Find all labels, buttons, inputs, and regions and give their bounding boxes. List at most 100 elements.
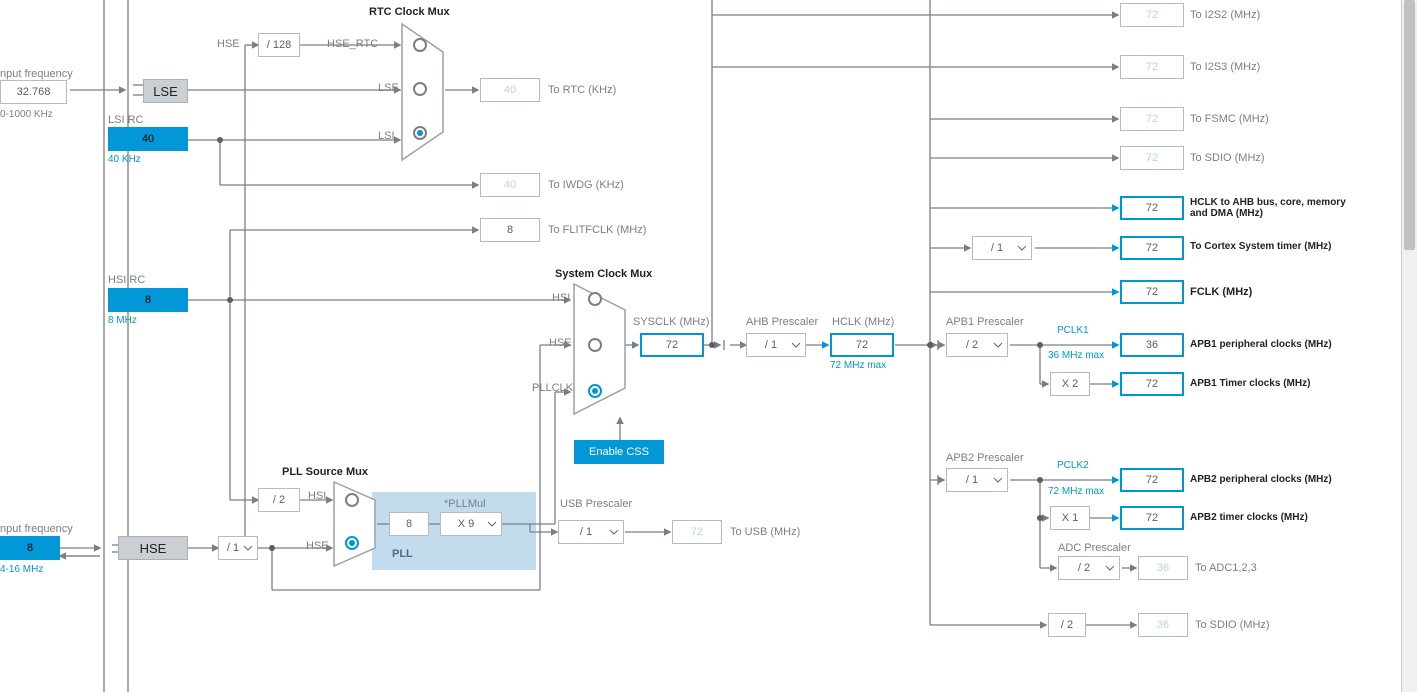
i2s3-lbl: To I2S3 (MHz): [1190, 61, 1260, 73]
hse-src-lbl: HSE: [217, 38, 240, 50]
sdioclk-val: 36: [1138, 613, 1188, 637]
fclk-lbl: FCLK (MHz): [1190, 286, 1252, 298]
sdio-top-val: 72: [1120, 146, 1184, 170]
hclk-label: HCLK (MHz): [832, 316, 894, 328]
sdioclk-lbl: To SDIO (MHz): [1195, 619, 1270, 631]
lsi-label: LSI RC: [108, 114, 143, 126]
usb-prescaler[interactable]: / 1: [558, 520, 624, 544]
pll-mux-title: PLL Source Mux: [282, 466, 368, 478]
cortex-val[interactable]: 72: [1120, 236, 1184, 260]
to-usb-val: 72: [672, 520, 722, 544]
hsertc-lbl: HSE_RTC: [327, 38, 378, 50]
adc-prescaler[interactable]: / 2: [1058, 556, 1120, 580]
apb1-tim-mul: X 2: [1050, 372, 1090, 396]
lsi-unit: 40 KHz: [108, 154, 141, 165]
lsi-val: 40: [108, 127, 188, 151]
sdioclk-div: / 2: [1048, 613, 1086, 637]
fsmc-val: 72: [1120, 107, 1184, 131]
fsmc-lbl: To FSMC (MHz): [1190, 113, 1269, 125]
apb1-pclk-lbl: APB1 peripheral clocks (MHz): [1190, 339, 1332, 350]
sys-select-pll[interactable]: [588, 384, 602, 398]
sysclk-val[interactable]: [640, 333, 704, 357]
apb2-tim-val[interactable]: 72: [1120, 506, 1184, 530]
hsi-val: 8: [108, 288, 188, 312]
hclk-max: 72 MHz max: [830, 360, 886, 371]
pll-select-hsi[interactable]: [345, 493, 359, 507]
hse-input-value[interactable]: [0, 536, 60, 560]
ahb-title: AHB Prescaler: [746, 316, 818, 328]
lse-input-freq-label: nput frequency: [0, 68, 73, 80]
rtc-in-lsi: LSI: [378, 130, 395, 142]
sys-mux-title: System Clock Mux: [555, 268, 652, 280]
to-rtc-label: To RTC (KHz): [548, 84, 616, 96]
pll-select-hse[interactable]: [345, 536, 359, 550]
lse-range: 0-1000 KHz: [0, 109, 53, 120]
lse-freq[interactable]: [0, 80, 67, 104]
ahb-prescaler[interactable]: / 1: [746, 333, 806, 357]
scroll-thumb[interactable]: [1404, 0, 1415, 250]
cortex-prescaler[interactable]: / 1: [972, 236, 1032, 260]
fclk-val[interactable]: 72: [1120, 280, 1184, 304]
adc-lbl: To ADC1,2,3: [1195, 562, 1257, 574]
enable-css-button[interactable]: Enable CSS: [574, 440, 664, 464]
vertical-scrollbar[interactable]: [1401, 0, 1417, 692]
apb1-prescaler[interactable]: / 2: [946, 333, 1008, 357]
apb2-prescaler[interactable]: / 1: [946, 468, 1008, 492]
to-flitf-label: To FLITFCLK (MHz): [548, 224, 646, 236]
pll-box-label: PLL: [392, 548, 413, 560]
hse-range: 4-16 MHz: [0, 564, 43, 575]
apb1-tim-val[interactable]: 72: [1120, 372, 1184, 396]
to-iwdg-val: 40: [480, 173, 540, 197]
apb2-max: 72 MHz max: [1048, 486, 1104, 497]
sys-in-hse: HSE: [549, 337, 572, 349]
lse-block[interactable]: LSE: [143, 79, 188, 103]
apb1-max: 36 MHz max: [1048, 350, 1104, 361]
rtc-select-lse[interactable]: [413, 82, 427, 96]
apb2-pclk: PCLK2: [1057, 460, 1089, 471]
pll-value: 8: [389, 512, 429, 536]
usb-prescaler-title: USB Prescaler: [560, 498, 632, 510]
apb1-pclk: PCLK1: [1057, 325, 1089, 336]
rtc-select-hse[interactable]: [413, 38, 427, 52]
sys-in-pll: PLLCLK: [532, 382, 573, 394]
hse-div128: / 128: [258, 33, 300, 57]
to-usb-label: To USB (MHz): [730, 526, 800, 538]
hclk-val[interactable]: [830, 333, 894, 357]
rtc-mux-title: RTC Clock Mux: [369, 6, 450, 18]
pll-mul-label: *PLLMul: [444, 498, 486, 510]
adc-val: 36: [1138, 556, 1188, 580]
ahbbus-val[interactable]: 72: [1120, 196, 1184, 220]
hse-input-freq-label: nput frequency: [0, 523, 73, 535]
apb2-tim-lbl: APB2 timer clocks (MHz): [1190, 512, 1308, 523]
cortex-lbl: To Cortex System timer (MHz): [1190, 241, 1332, 252]
hsi-div2: / 2: [258, 488, 300, 512]
hse-prescaler[interactable]: / 1: [218, 536, 258, 560]
ahbbus-lbl: HCLK to AHB bus, core, memory and DMA (M…: [1190, 197, 1360, 219]
sys-in-hsi: HSI: [552, 292, 570, 304]
i2s3-val: 72: [1120, 55, 1184, 79]
sysclk-label: SYSCLK (MHz): [633, 316, 709, 328]
adc-title: ADC Prescaler: [1058, 542, 1131, 554]
pll-in-hsi: HSI: [308, 490, 326, 502]
pll-mul[interactable]: X 9: [440, 512, 502, 536]
apb2-pclk-val[interactable]: 72: [1120, 468, 1184, 492]
apb1-pclk-val[interactable]: 36: [1120, 333, 1184, 357]
apb2-tim-mul: X 1: [1050, 506, 1090, 530]
apb1-title: APB1 Prescaler: [946, 316, 1024, 328]
i2s2-lbl: To I2S2 (MHz): [1190, 9, 1260, 21]
sys-select-hse[interactable]: [588, 338, 602, 352]
apb2-pclk-lbl: APB2 peripheral clocks (MHz): [1190, 474, 1332, 485]
pll-in-hse: HSE: [306, 540, 329, 552]
to-iwdg-label: To IWDG (KHz): [548, 179, 624, 191]
apb1-tim-lbl: APB1 Timer clocks (MHz): [1190, 378, 1310, 389]
apb2-title: APB2 Prescaler: [946, 452, 1024, 464]
rtc-in-lse: LSE: [378, 82, 399, 94]
to-rtc-val: 40: [480, 78, 540, 102]
hsi-label: HSI RC: [108, 274, 145, 286]
i2s2-val: 72: [1120, 3, 1184, 27]
hse-block[interactable]: HSE: [118, 536, 188, 560]
sdio-top-lbl: To SDIO (MHz): [1190, 152, 1265, 164]
to-flitf-val: 8: [480, 218, 540, 242]
hsi-unit: 8 MHz: [108, 315, 137, 326]
sys-select-hsi[interactable]: [588, 292, 602, 306]
